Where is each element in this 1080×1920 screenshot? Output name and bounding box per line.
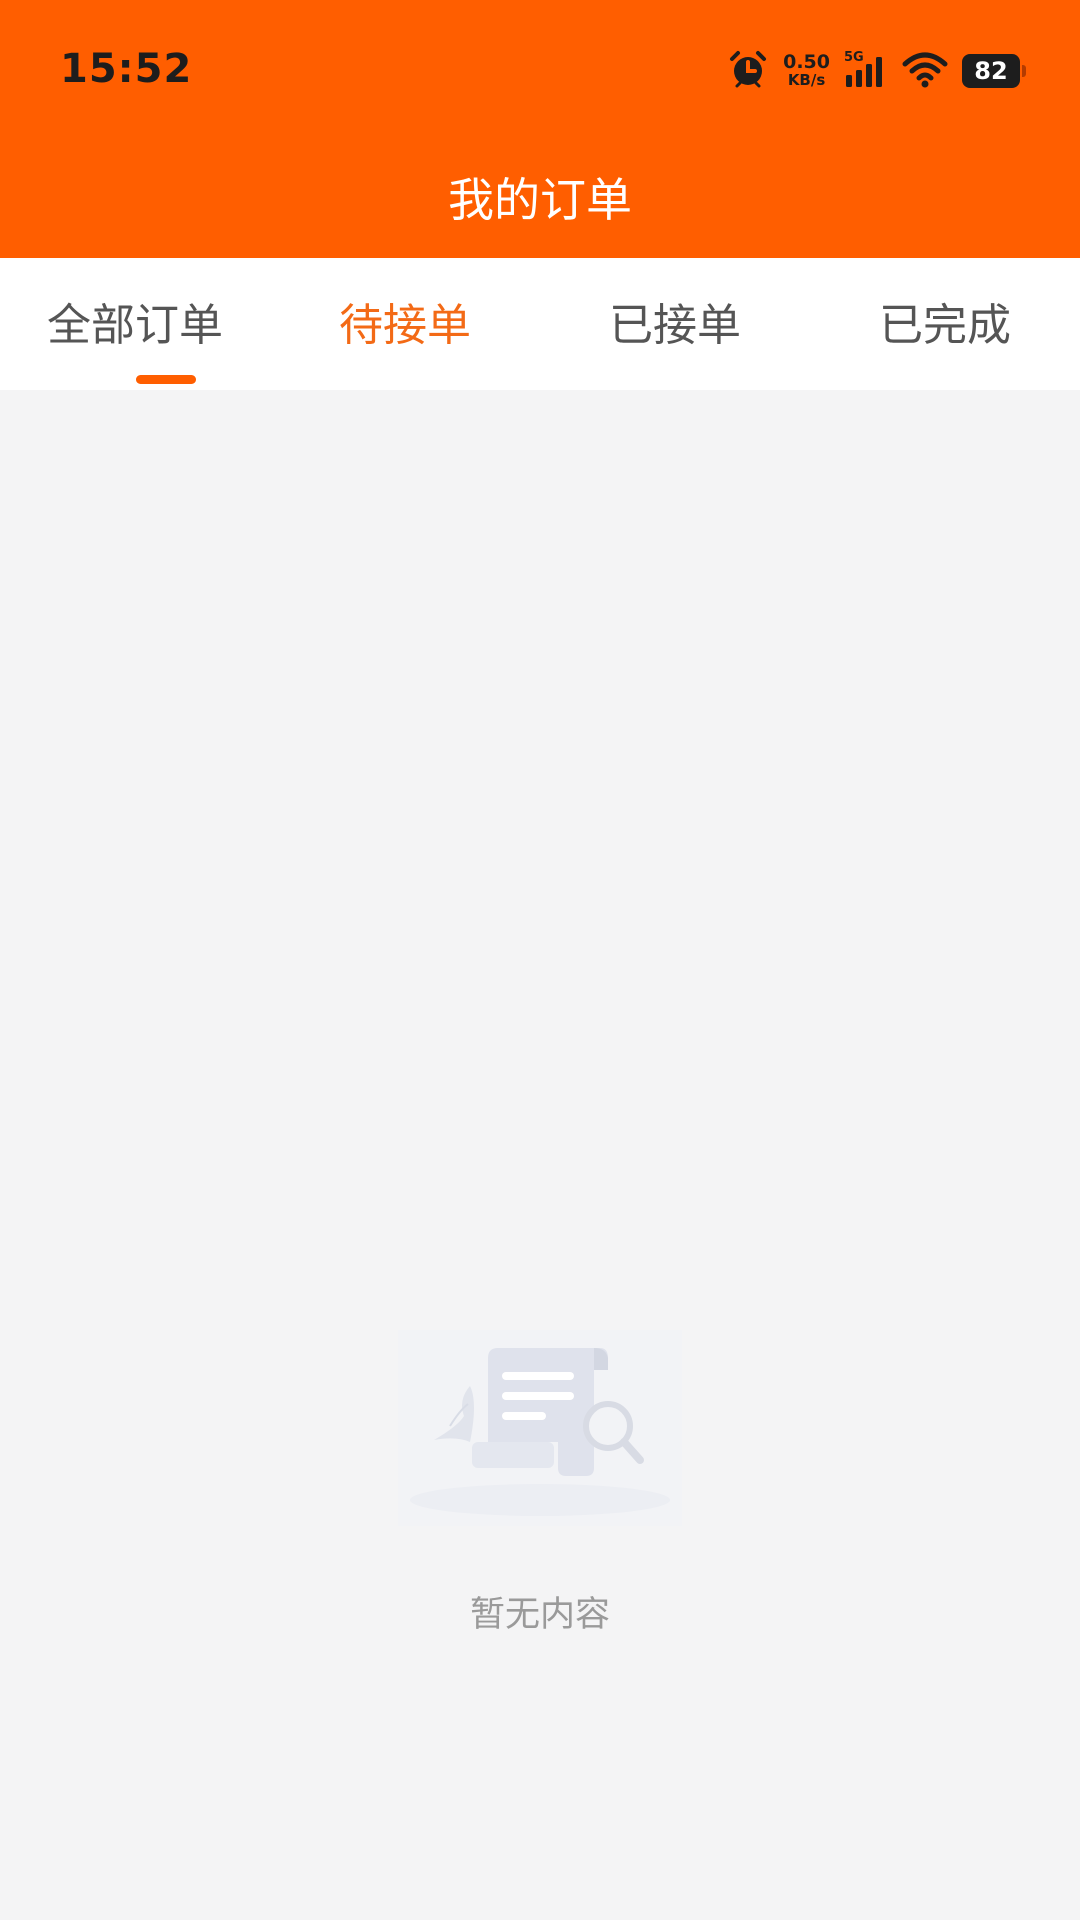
tab-indicator xyxy=(136,375,196,384)
empty-state-message: 暂无内容 xyxy=(469,1595,610,1635)
battery-level: 82 xyxy=(974,57,1008,85)
network-speed: 0.50 KB/s xyxy=(783,51,830,90)
tab-accepted[interactable]: 已接单 xyxy=(540,258,810,390)
tab-pending[interactable]: 待接单 xyxy=(270,258,540,390)
header-bar: 15:52 0.50 KB/s 5G 82 我的订单 xyxy=(0,0,1080,258)
wifi-icon xyxy=(902,50,948,92)
tab-all-orders[interactable]: 全部订单 xyxy=(0,258,270,390)
order-tabs: 全部订单 待接单 已接单 已完成 xyxy=(0,258,1080,390)
tab-label: 全部订单 xyxy=(47,300,223,351)
network-speed-unit: KB/s xyxy=(787,71,826,89)
status-bar: 15:52 0.50 KB/s 5G 82 xyxy=(0,0,1080,140)
page-title: 我的订单 xyxy=(448,173,632,227)
battery-icon: 82 xyxy=(962,54,1026,88)
alarm-icon xyxy=(727,48,769,94)
status-icons: 0.50 KB/s 5G 82 xyxy=(727,48,1026,94)
tab-label: 已完成 xyxy=(879,300,1011,351)
signal-icon: 5G xyxy=(844,49,888,93)
tab-label: 已接单 xyxy=(609,300,741,351)
network-speed-value: 0.50 xyxy=(783,51,830,73)
tab-label: 待接单 xyxy=(339,300,471,351)
status-time: 15:52 xyxy=(60,46,193,92)
empty-document-search-icon xyxy=(398,1330,682,1526)
tab-completed[interactable]: 已完成 xyxy=(810,258,1080,390)
network-type-label: 5G xyxy=(844,50,864,65)
